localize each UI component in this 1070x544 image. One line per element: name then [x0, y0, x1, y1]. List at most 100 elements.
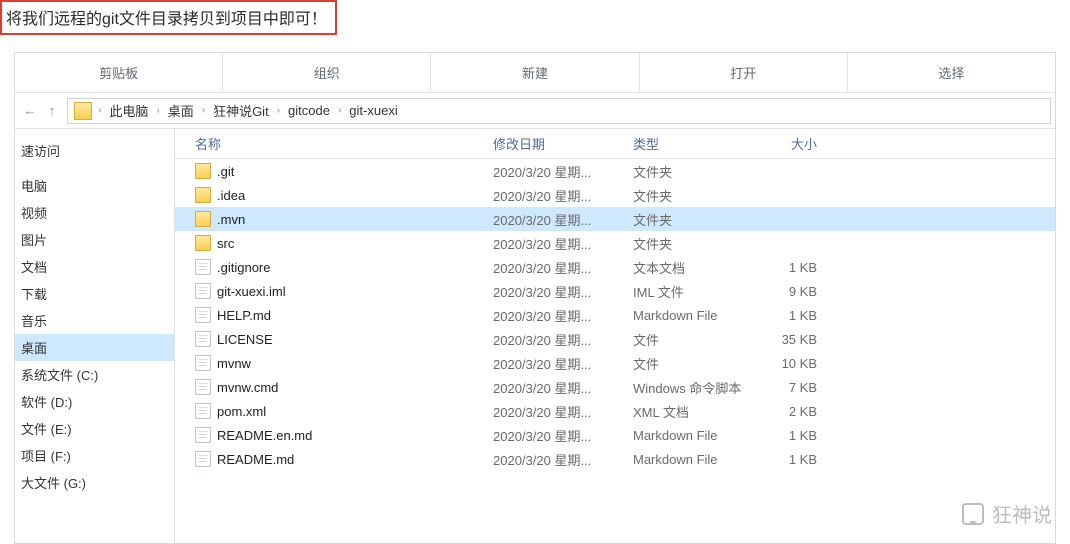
file-size: 1 KB [765, 260, 835, 275]
chevron-right-icon: › [275, 105, 282, 116]
file-name: LICENSE [217, 332, 273, 347]
file-date: 2020/3/20 星期... [485, 450, 625, 469]
file-type: 文件夹 [625, 210, 765, 229]
breadcrumb[interactable]: 桌面 [162, 101, 200, 120]
file-type: 文件夹 [625, 234, 765, 253]
file-name: .idea [217, 188, 245, 203]
file-size: 10 KB [765, 356, 835, 371]
sidebar-item[interactable]: 文档 [15, 253, 174, 280]
column-headers: 名称 修改日期 类型 大小 [175, 129, 1055, 159]
file-row[interactable]: .mvn 2020/3/20 星期...文件夹 [175, 207, 1055, 231]
file-name: .git [217, 164, 234, 179]
ribbon-group-select[interactable]: 选择 [848, 53, 1055, 92]
file-type: Markdown File [625, 308, 765, 323]
file-size: 7 KB [765, 380, 835, 395]
sidebar-item[interactable]: 软件 (D:) [15, 388, 174, 415]
navigation-pane: 速访问电脑视频图片文档下载音乐桌面系统文件 (C:)软件 (D:)文件 (E:)… [15, 129, 175, 543]
file-date: 2020/3/20 星期... [485, 186, 625, 205]
sidebar-item[interactable]: 图片 [15, 226, 174, 253]
nav-back-icon[interactable]: ← [19, 100, 41, 122]
ribbon-group-clipboard[interactable]: 剪贴板 [15, 53, 223, 92]
file-name: .mvn [217, 212, 245, 227]
file-row[interactable]: README.md2020/3/20 星期...Markdown File1 K… [175, 447, 1055, 471]
file-size: 9 KB [765, 284, 835, 299]
ribbon-bar: 剪贴板 组织 新建 打开 选择 [15, 53, 1055, 93]
address-bar[interactable]: › 此电脑 › 桌面 › 狂神说Git › gitcode › git-xuex… [67, 98, 1051, 124]
file-type: Markdown File [625, 428, 765, 443]
file-type: 文件 [625, 354, 765, 373]
breadcrumb[interactable]: 狂神说Git [207, 101, 275, 120]
column-header-date[interactable]: 修改日期 [485, 134, 625, 153]
file-row[interactable]: HELP.md 2020/3/20 星期...Markdown File1 KB [175, 303, 1055, 327]
file-icon [195, 427, 211, 443]
file-name: HELP.md [217, 308, 271, 323]
file-row[interactable]: git-xuexi.iml2020/3/20 星期...IML 文件9 KB [175, 279, 1055, 303]
ribbon-group-new[interactable]: 新建 [431, 53, 639, 92]
file-date: 2020/3/20 星期... [485, 330, 625, 349]
file-type: 文件夹 [625, 162, 765, 181]
breadcrumb[interactable]: git-xuexi [343, 103, 403, 118]
sidebar-item[interactable] [15, 164, 174, 172]
file-row[interactable]: pom.xml 2020/3/20 星期...XML 文档2 KB [175, 399, 1055, 423]
file-date: 2020/3/20 星期... [485, 426, 625, 445]
chevron-right-icon: › [336, 105, 343, 116]
file-name: pom.xml [217, 404, 266, 419]
sidebar-item[interactable]: 视频 [15, 199, 174, 226]
file-row[interactable]: mvnw.cmd2020/3/20 星期...Windows 命令脚本7 KB [175, 375, 1055, 399]
file-row[interactable]: README.en.md2020/3/20 星期...Markdown File… [175, 423, 1055, 447]
file-type: 文本文档 [625, 258, 765, 277]
nav-up-icon[interactable]: ↑ [41, 100, 63, 122]
sidebar-item[interactable]: 桌面 [15, 334, 174, 361]
file-date: 2020/3/20 星期... [485, 162, 625, 181]
breadcrumb[interactable]: gitcode [282, 103, 336, 118]
sidebar-item[interactable]: 音乐 [15, 307, 174, 334]
file-size: 35 KB [765, 332, 835, 347]
ribbon-group-organize[interactable]: 组织 [223, 53, 431, 92]
sidebar-item[interactable]: 系统文件 (C:) [15, 361, 174, 388]
file-type: 文件 [625, 330, 765, 349]
file-row[interactable]: .idea2020/3/20 星期...文件夹 [175, 183, 1055, 207]
file-row[interactable]: src2020/3/20 星期...文件夹 [175, 231, 1055, 255]
file-date: 2020/3/20 星期... [485, 306, 625, 325]
sidebar-item[interactable]: 项目 (F:) [15, 442, 174, 469]
file-size: 1 KB [765, 428, 835, 443]
file-size: 2 KB [765, 404, 835, 419]
file-date: 2020/3/20 星期... [485, 402, 625, 421]
file-type: XML 文档 [625, 402, 765, 421]
ribbon-group-open[interactable]: 打开 [640, 53, 848, 92]
breadcrumb[interactable]: 此电脑 [103, 101, 154, 120]
file-type: Windows 命令脚本 [625, 378, 765, 397]
file-row[interactable]: LICENSE 2020/3/20 星期...文件35 KB [175, 327, 1055, 351]
sidebar-item[interactable]: 下载 [15, 280, 174, 307]
file-date: 2020/3/20 星期... [485, 210, 625, 229]
file-name: git-xuexi.iml [217, 284, 286, 299]
annotation-callout: 将我们远程的git文件目录拷贝到项目中即可！ [0, 0, 337, 35]
file-icon [195, 355, 211, 371]
file-row[interactable]: mvnw2020/3/20 星期...文件10 KB [175, 351, 1055, 375]
sidebar-item[interactable]: 大文件 (G:) [15, 469, 174, 496]
chevron-right-icon: › [96, 105, 103, 116]
file-date: 2020/3/20 星期... [485, 354, 625, 373]
column-header-size[interactable]: 大小 [765, 134, 835, 153]
chevron-right-icon: › [200, 105, 207, 116]
folder-icon [195, 235, 211, 251]
file-icon [195, 259, 211, 275]
folder-icon [195, 211, 211, 227]
file-explorer-window: 剪贴板 组织 新建 打开 选择 ← ↑ › 此电脑 › 桌面 › 狂神说Git … [14, 52, 1056, 544]
file-icon [195, 403, 211, 419]
file-icon [195, 451, 211, 467]
sidebar-item[interactable]: 文件 (E:) [15, 415, 174, 442]
file-icon [195, 379, 211, 395]
chevron-right-icon: › [154, 105, 161, 116]
file-list-pane: 名称 修改日期 类型 大小 .git2020/3/20 星期...文件夹.ide… [175, 129, 1055, 543]
file-icon [195, 307, 211, 323]
sidebar-item[interactable]: 电脑 [15, 172, 174, 199]
sidebar-item[interactable]: 速访问 [15, 137, 174, 164]
file-icon [195, 283, 211, 299]
column-header-type[interactable]: 类型 [625, 134, 765, 153]
file-row[interactable]: .gitignore2020/3/20 星期...文本文档1 KB [175, 255, 1055, 279]
file-row[interactable]: .git 2020/3/20 星期...文件夹 [175, 159, 1055, 183]
file-size: 1 KB [765, 308, 835, 323]
column-header-name[interactable]: 名称 [175, 134, 485, 153]
file-name: mvnw.cmd [217, 380, 278, 395]
